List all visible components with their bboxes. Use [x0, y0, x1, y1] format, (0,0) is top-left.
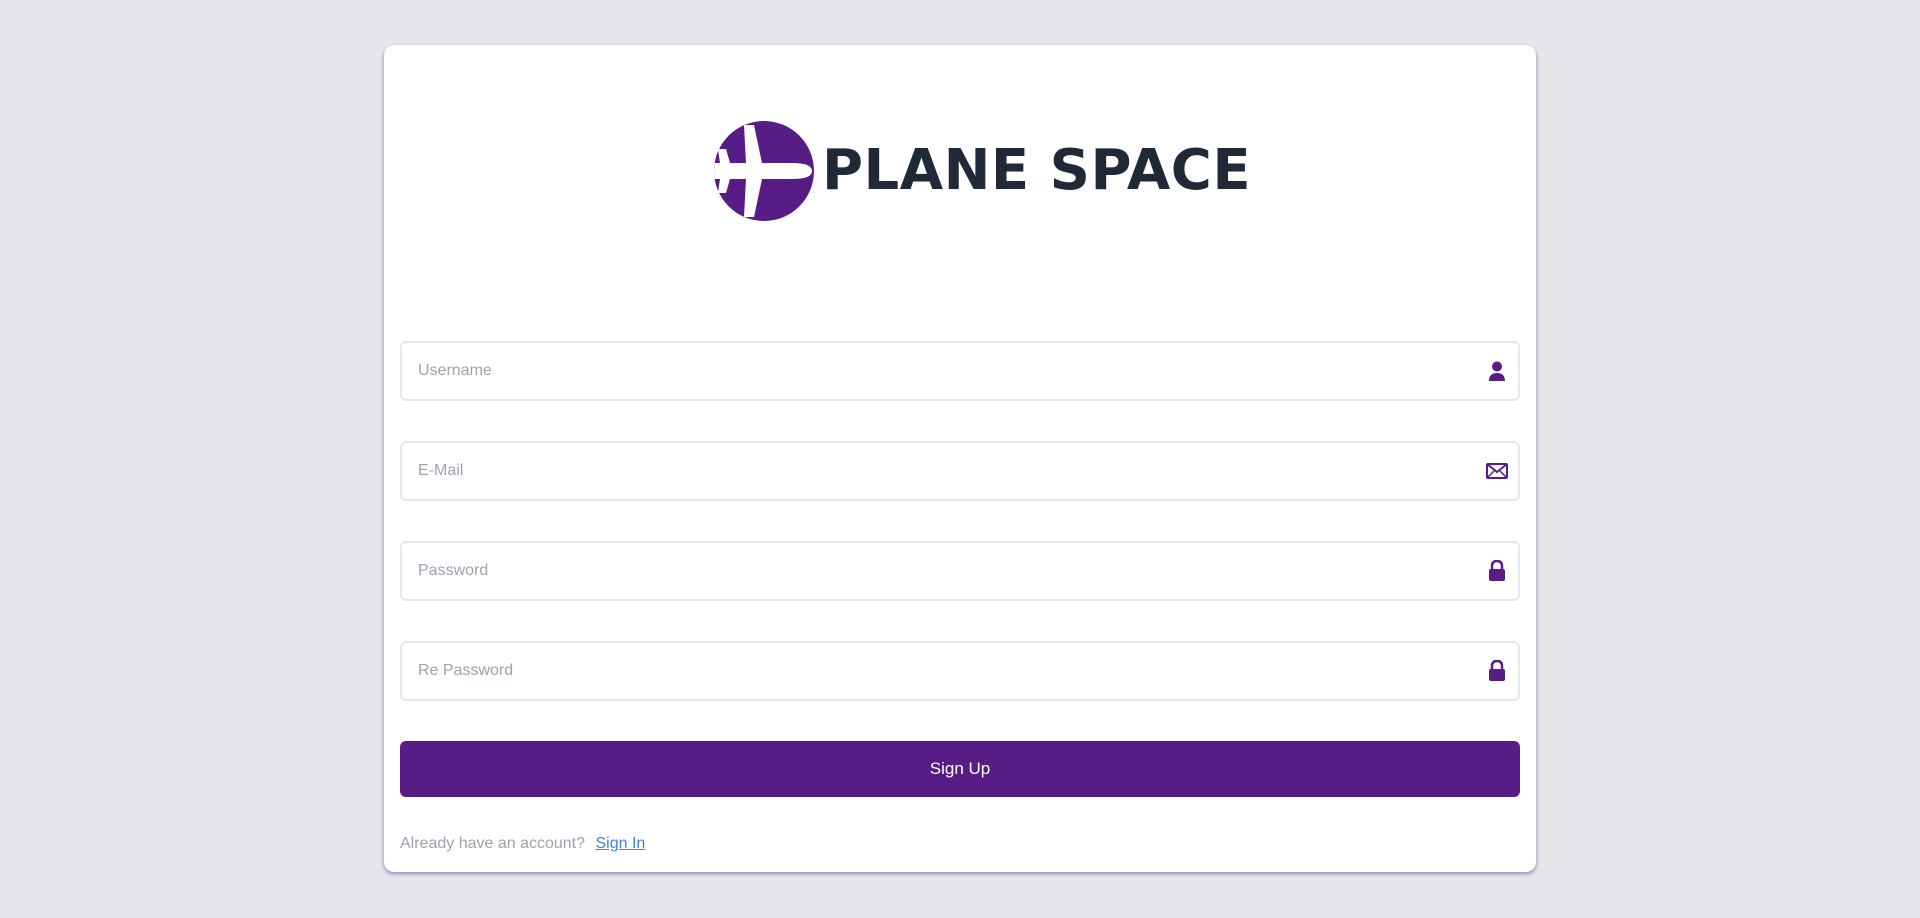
lock-icon	[1486, 660, 1508, 682]
lock-icon	[1486, 560, 1508, 582]
password-field[interactable]	[400, 541, 1520, 601]
sign-in-link[interactable]: Sign In	[595, 835, 645, 852]
email-input[interactable]	[402, 443, 1518, 499]
airplane-icon	[714, 121, 814, 221]
repassword-input[interactable]	[402, 643, 1518, 699]
email-field[interactable]	[400, 441, 1520, 501]
sign-up-button[interactable]: Sign Up	[400, 741, 1520, 797]
brand-name: PLANE SPACE	[822, 138, 1252, 203]
username-input[interactable]	[402, 343, 1518, 399]
brand-logo: PLANE SPACE	[714, 120, 1251, 222]
signup-card: PLANE SPACE Username E-Mail Sign Up Alre…	[384, 45, 1536, 872]
signin-prompt: Already have an account? Sign In	[400, 835, 645, 853]
signin-prompt-text: Already have an account?	[400, 835, 586, 852]
password-input[interactable]	[402, 543, 1518, 599]
username-field[interactable]	[400, 341, 1520, 401]
user-icon	[1486, 360, 1508, 382]
envelope-icon	[1486, 460, 1508, 482]
repassword-field[interactable]	[400, 641, 1520, 701]
